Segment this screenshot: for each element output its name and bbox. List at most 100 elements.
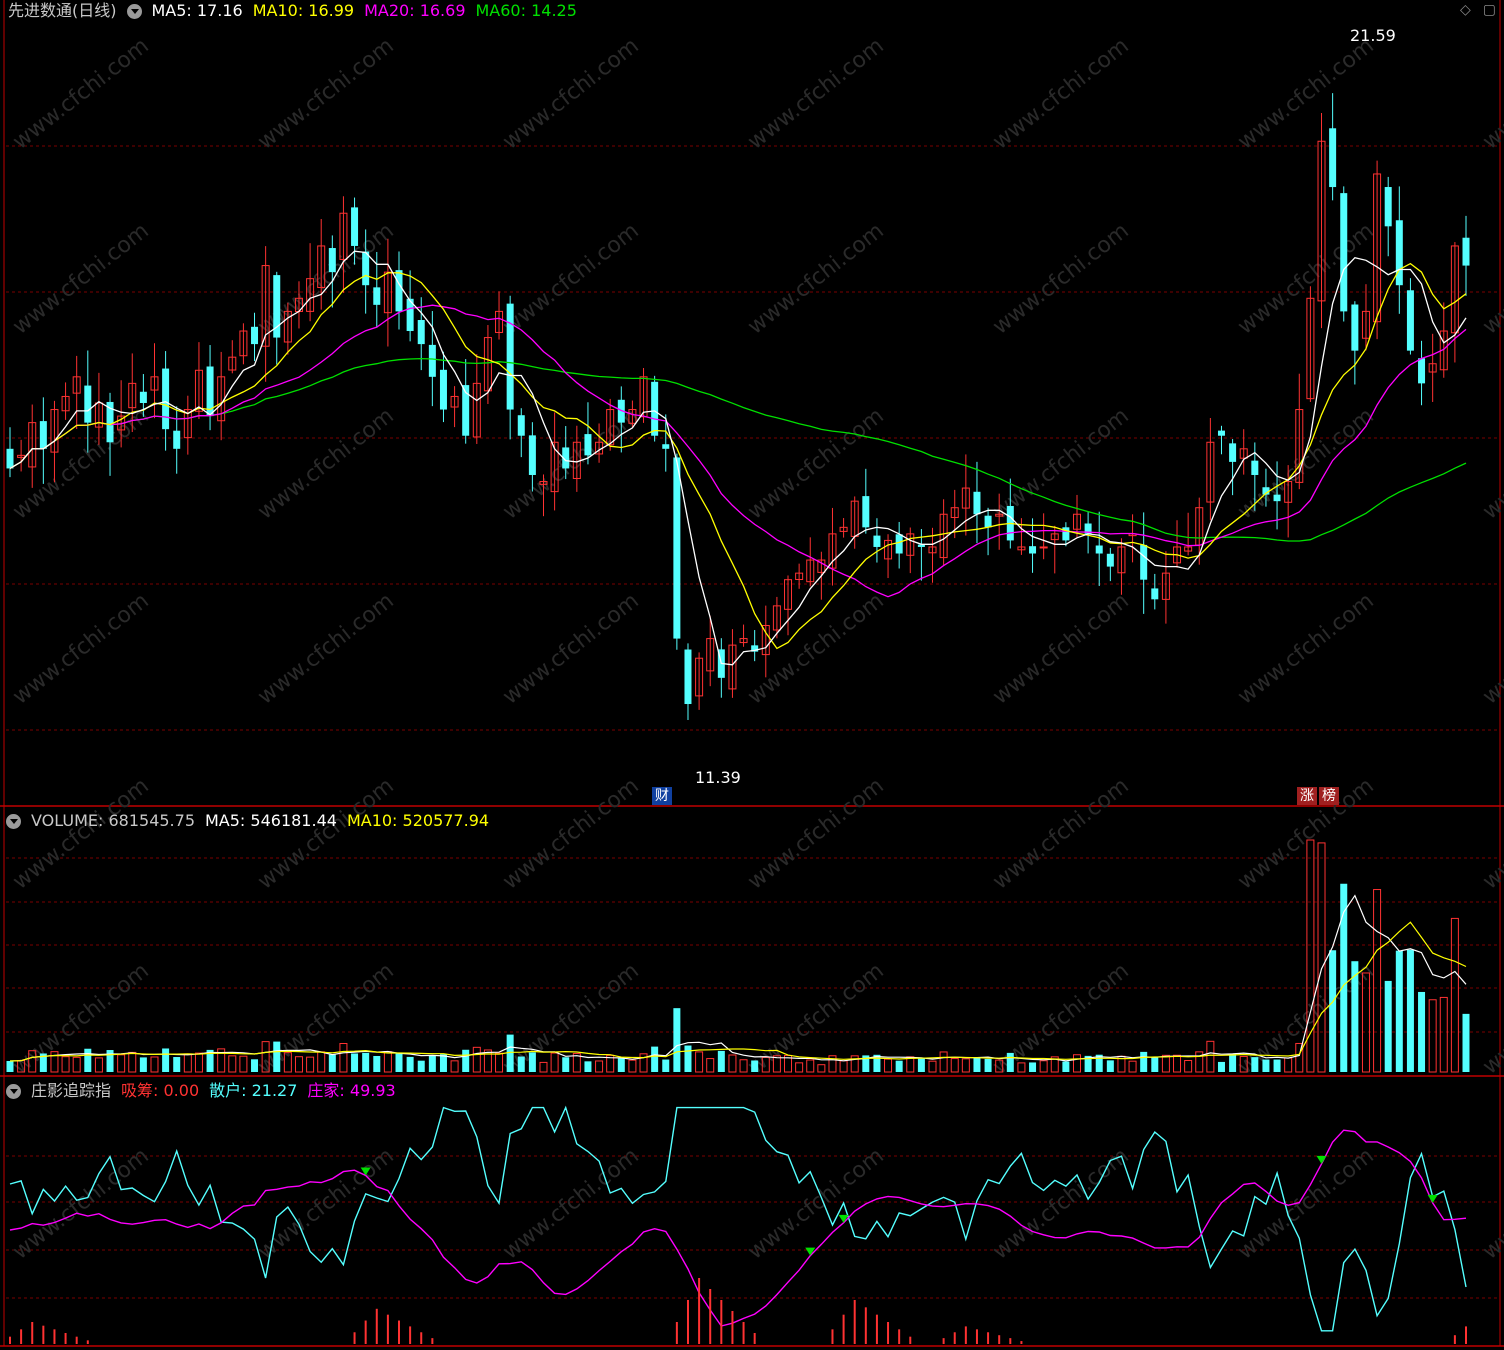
volume-bar — [817, 1064, 826, 1073]
watermark-text: www.cfchi.com — [743, 773, 888, 894]
watermark-text: www.cfchi.com — [498, 218, 643, 339]
volume-bar — [1384, 980, 1392, 1072]
volume-bar — [939, 1051, 948, 1073]
volume-bar — [228, 1055, 237, 1073]
candle-body — [162, 368, 170, 430]
volume-bar — [1217, 1061, 1225, 1072]
volume-bar — [662, 1059, 670, 1072]
candle-body — [251, 326, 259, 345]
volume-bar — [973, 1057, 981, 1072]
watermark-text: www.cfchi.com — [988, 773, 1133, 894]
candle-body — [1384, 187, 1392, 227]
square-icon[interactable]: ▢ — [1483, 2, 1496, 18]
candle-body — [6, 448, 14, 469]
volume-bar — [462, 1049, 470, 1072]
volume-ma5-line — [9, 894, 1467, 1062]
candle-body — [1418, 358, 1426, 384]
volume-bar — [1462, 1013, 1470, 1072]
volume-bar — [483, 1049, 492, 1073]
candle-body — [1095, 545, 1103, 554]
volume-bar — [383, 1051, 392, 1073]
volume-title: VOLUME: 681545.75 — [31, 811, 195, 830]
candle-body — [895, 534, 903, 554]
watermark-text: www.cfchi.com — [253, 773, 398, 894]
volume-bar — [706, 1058, 715, 1073]
indicator-title: 庄影追踪指 — [31, 1081, 112, 1100]
volume-bar — [717, 1050, 725, 1072]
low-price-label: 11.39 — [695, 768, 741, 787]
diamond-icon[interactable]: ◇ — [1460, 2, 1471, 18]
volume-bar — [406, 1056, 414, 1072]
volume-bar — [1229, 1053, 1237, 1072]
watermark-text: www.cfchi.com — [253, 403, 398, 524]
volume-bar — [162, 1048, 170, 1072]
candle-body — [395, 270, 403, 312]
volume-bar — [472, 1046, 481, 1073]
candle-body — [1140, 544, 1148, 580]
volume-bar — [1039, 1060, 1048, 1073]
volume-bar — [1273, 1059, 1281, 1072]
volume-bar — [673, 1008, 681, 1072]
watermark-text: www.cfchi.com — [743, 33, 888, 154]
volume-bar — [183, 1053, 192, 1073]
sanhu-label: 散户: 21.27 — [209, 1081, 298, 1100]
candle-body — [1217, 430, 1225, 436]
volume-bar — [1151, 1056, 1159, 1072]
volume-bar — [362, 1052, 370, 1072]
volume-ma10-line — [9, 921, 1467, 1062]
volume-bar — [695, 1051, 704, 1073]
volume-bar — [1062, 1061, 1070, 1072]
tag-bang[interactable]: 榜 — [1319, 787, 1339, 805]
xichou-label: 吸筹: 0.00 — [121, 1081, 200, 1100]
volume-bar — [1161, 1054, 1170, 1073]
watermark-text: www.cfchi.com — [8, 588, 153, 709]
volume-bar — [806, 1059, 815, 1073]
volume-bar — [72, 1056, 81, 1073]
volume-bar — [1106, 1060, 1114, 1072]
volume-bar — [239, 1055, 248, 1073]
candle-body — [517, 415, 525, 436]
volume-bar — [928, 1060, 937, 1073]
zhuangjia-label: 庄家: 49.93 — [307, 1081, 396, 1100]
watermark-text: www.cfchi.com — [988, 588, 1133, 709]
candle-body — [173, 430, 181, 449]
candle-body — [373, 287, 381, 305]
volume-menu-button[interactable] — [6, 813, 21, 829]
watermark-text: www.cfchi.com — [8, 218, 153, 339]
candle-body — [417, 320, 425, 345]
volume-bar — [1406, 949, 1414, 1072]
volume-bar — [6, 1060, 14, 1072]
volume-bar — [373, 1055, 381, 1072]
candle-body — [528, 435, 536, 475]
indicator-menu-button[interactable] — [6, 1083, 21, 1099]
candle-body — [1029, 546, 1037, 554]
watermark-text: www.cfchi.com — [8, 773, 153, 894]
volume-bar — [1140, 1051, 1148, 1072]
volume-bar — [595, 1060, 604, 1073]
ma5-label: MA5: 17.16 — [151, 1, 243, 20]
tag-zhang[interactable]: 涨 — [1297, 787, 1317, 805]
volume-bar — [1329, 950, 1337, 1072]
volume-bar — [984, 1058, 992, 1072]
volume-bar — [1450, 917, 1459, 1073]
candle-body — [506, 303, 514, 410]
candle-body — [39, 421, 47, 449]
volume-bar — [251, 1059, 259, 1072]
candle-body — [428, 344, 436, 377]
tag-cai[interactable]: 财 — [652, 787, 672, 805]
volume-bar — [517, 1056, 525, 1072]
candle-body — [328, 248, 336, 273]
main-menu-button[interactable] — [126, 3, 142, 19]
watermark-text: www.cfchi.com — [498, 1143, 643, 1264]
volume-bar — [751, 1060, 759, 1072]
watermark-text: www.cfchi.com — [253, 588, 398, 709]
candle-body — [662, 444, 670, 449]
volume-bar — [273, 1041, 281, 1072]
watermark-text: www.cfchi.com — [1233, 1143, 1378, 1264]
volume-bar — [1317, 842, 1326, 1073]
volume-bar — [795, 1062, 804, 1073]
volume-bar — [1418, 991, 1426, 1072]
chart-canvas[interactable]: www.cfchi.com www.cfchi.com www.cfchi.com w… — [0, 0, 1504, 1350]
watermark-text: www.cfchi.com — [498, 33, 643, 154]
high-price-label: 21.59 — [1350, 26, 1396, 45]
